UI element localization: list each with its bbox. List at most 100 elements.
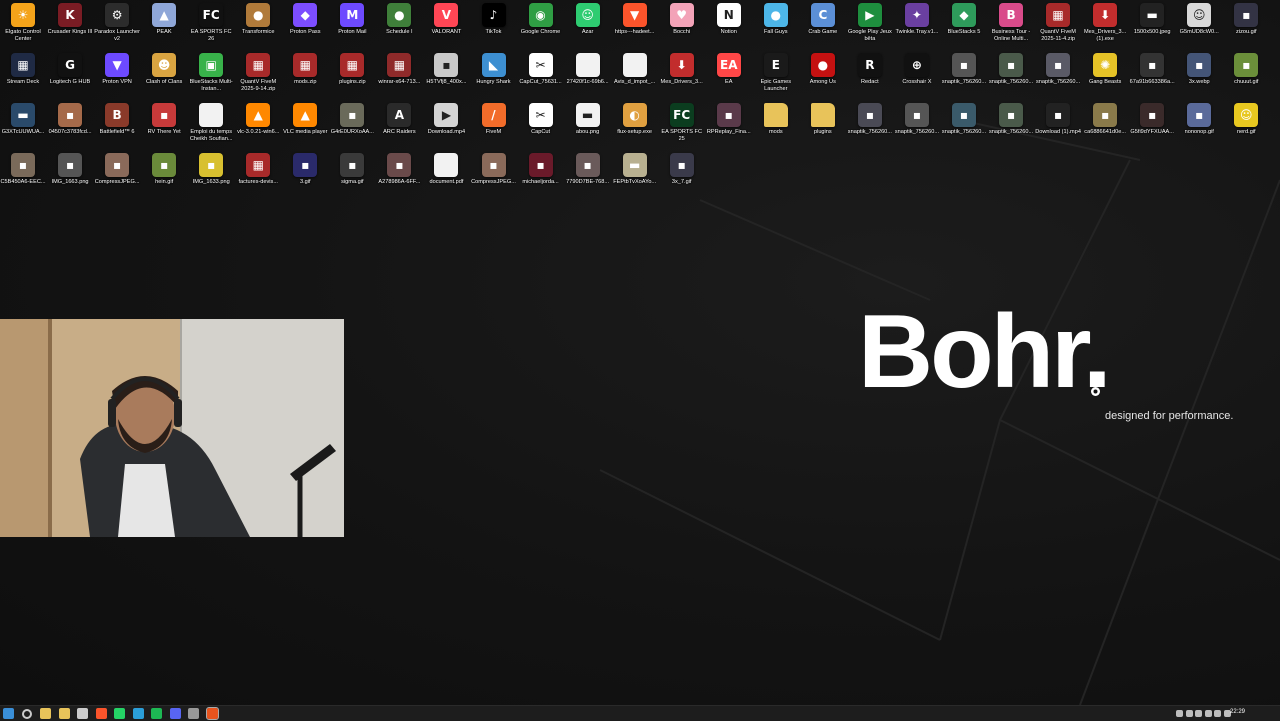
desktop-icon[interactable]: Avis_d_impot_...	[612, 53, 658, 103]
desktop-icon[interactable]: ▦ Stream Deck	[0, 53, 46, 103]
desktop-icon[interactable]: ▲ PEAK	[141, 3, 187, 53]
desktop-icon[interactable]: ▪ sigma.gif	[329, 153, 375, 203]
desktop-icon[interactable]: ▪ snaptik_756260...	[941, 53, 987, 103]
desktop-icon[interactable]: ▪ G5fi9dYFXUAA...	[1129, 103, 1175, 153]
desktop-icon[interactable]: ▬ FEPtbTvXoAYo...	[612, 153, 658, 203]
desktop-icon[interactable]: ◆ BlueStacks 5	[941, 3, 987, 53]
keyboard-icon[interactable]	[1214, 710, 1221, 717]
desktop-icon[interactable]: ◉ Google Chrome	[518, 3, 564, 53]
desktop-icon[interactable]: ▪ hein.gif	[141, 153, 187, 203]
obs-icon[interactable]	[188, 708, 199, 719]
desktop-icon[interactable]: ◆ Proton Pass	[282, 3, 328, 53]
desktop-icon[interactable]: ▬ abou.png	[565, 103, 611, 153]
cloud-icon[interactable]	[1195, 710, 1202, 717]
desktop-icon[interactable]: ✦ Twinkle.Tray.v1...	[894, 3, 940, 53]
desktop-icon[interactable]: ▪ CompressJPEG...	[94, 153, 140, 203]
desktop-icon[interactable]: ✂ CapCut	[518, 103, 564, 153]
desktop-icon[interactable]: ▪ michaeljorda...	[518, 153, 564, 203]
desktop-icon[interactable]: ▶ Download.mp4	[423, 103, 469, 153]
desktop-icon[interactable]: / FiveM	[471, 103, 517, 153]
speaker-icon[interactable]	[1204, 710, 1212, 717]
desktop-icon[interactable]: ▪ H5TVfj8_400x...	[423, 53, 469, 103]
desktop-icon[interactable]: ▪ 3x_7.gif	[659, 153, 705, 203]
desktop-icon[interactable]: ☺ G5mUD8cW0...	[1176, 3, 1222, 53]
desktop-icon[interactable]: ▦ mods.zip	[282, 53, 328, 103]
desktop-icon[interactable]: ▪ RPReplay_Fina...	[706, 103, 752, 153]
desktop-icon[interactable]: document.pdf	[423, 153, 469, 203]
discord-icon[interactable]	[169, 708, 181, 719]
desktop-icon[interactable]: 27420f1c-69b6...	[565, 53, 611, 103]
desktop-icon[interactable]: C Crab Game	[800, 3, 846, 53]
desktop-icon[interactable]: ⬇ Mes_Drivers_3...	[659, 53, 705, 103]
desktop-icon[interactable]: ⚙ Paradox Launcher v2	[94, 3, 140, 53]
desktop-icon[interactable]: E Epic Games Launcher	[753, 53, 799, 103]
desktop-icon[interactable]: EA EA	[706, 53, 752, 103]
explorer-icon[interactable]	[58, 708, 70, 719]
desktop-icon[interactable]: ● Among Us	[800, 53, 846, 103]
desktop-icon[interactable]: ▦ factures-devis...	[235, 153, 281, 203]
desktop-icon[interactable]: R Redact	[847, 53, 893, 103]
desktop-icon[interactable]: ▪ IMG_1633.png	[188, 153, 234, 203]
desktop-icon[interactable]: ☺ nerd.gif	[1223, 103, 1269, 153]
desktop-icon[interactable]: K Crusader Kings III	[47, 3, 93, 53]
desktop-icon[interactable]: ▪ ca6886641d0e...	[1082, 103, 1128, 153]
desktop-icon[interactable]: ● Transformice	[235, 3, 281, 53]
desktop-icon[interactable]: N Notion	[706, 3, 752, 53]
taskbar-clock[interactable]: 22:29	[1230, 709, 1245, 715]
desktop-icon[interactable]: ▪ 3x.webp	[1176, 53, 1222, 103]
desktop-icon[interactable]: ▪ C5B450A6-EEC...	[0, 153, 46, 203]
desktop-icon[interactable]: ▪ snaptik_756260...	[941, 103, 987, 153]
desktop-icon[interactable]: ▲ VLC media player	[282, 103, 328, 153]
network-icon[interactable]	[1185, 710, 1193, 717]
edge-icon[interactable]	[132, 708, 144, 719]
desktop-icon[interactable]: ✺ Gang Beasts	[1082, 53, 1128, 103]
desktop-icon[interactable]: ◐ flux-setup.exe	[612, 103, 658, 153]
desktop-icon[interactable]: Emploi du temps Cheikh Soufian...	[188, 103, 234, 153]
brave-icon[interactable]	[95, 708, 107, 719]
desktop-icon[interactable]: FC EA SPORTS FC 26	[188, 3, 234, 53]
whatsapp-icon[interactable]	[114, 708, 125, 719]
desktop-icon[interactable]: FC EA SPORTS FC 25	[659, 103, 705, 153]
desktop-icon[interactable]: ▪ snaptik_756260...	[988, 53, 1034, 103]
desktop-icon[interactable]: ▪ G4rE0URXoAA...	[329, 103, 375, 153]
desktop-icon[interactable]: ● Fall Guys	[753, 3, 799, 53]
desktop-icon[interactable]: ▦ QuantV FiveM 2025-9-14.zip	[235, 53, 281, 103]
desktop-icon[interactable]: M Proton Mail	[329, 3, 375, 53]
desktop-icon[interactable]: ▼ Proton VPN	[94, 53, 140, 103]
desktop-icon[interactable]: ▪ IMG_1663.png	[47, 153, 93, 203]
desktop-icon[interactable]: ♥ Bocchi	[659, 3, 705, 53]
desktop-icon[interactable]: ▪ snaptik_756260...	[988, 103, 1034, 153]
desktop-icon[interactable]: ▲ vlc-3.0.21-win6...	[235, 103, 281, 153]
desktop-icon[interactable]: ▪ 67a91b663386a...	[1129, 53, 1175, 103]
desktop-icon[interactable]: ✂ CapCut_75631...	[518, 53, 564, 103]
spotify-icon[interactable]	[151, 708, 162, 719]
desktop-icon[interactable]: ▪ 7790D7BE-768...	[565, 153, 611, 203]
desktop-icon[interactable]: ▬ 1500x500.jpeg	[1129, 3, 1175, 53]
desktop-icon[interactable]: plugins	[800, 103, 846, 153]
desktop-icon[interactable]: ▪ A278986A-6FF...	[376, 153, 422, 203]
desktop-icon[interactable]: ▪ snaptik_756260...	[1035, 53, 1081, 103]
start-icon[interactable]	[3, 708, 14, 719]
store-icon[interactable]	[77, 708, 88, 719]
desktop-icon[interactable]: ♪ TikTok	[471, 3, 517, 53]
desktop-icon[interactable]: ☀ Elgato Control Center	[0, 3, 46, 53]
desktop-icon[interactable]: ▪ Download (1).mp4	[1035, 103, 1081, 153]
desktop-icon[interactable]: ☻ Clash of Clans	[141, 53, 187, 103]
search-icon[interactable]	[21, 709, 32, 719]
desktop-icon[interactable]: B Business Tour - Online Multi...	[988, 3, 1034, 53]
desktop-icon[interactable]: mods	[753, 103, 799, 153]
desktop-icon[interactable]: ▪ zizou.gif	[1223, 3, 1269, 53]
desktop-icon[interactable]: ▪ CompressJPEG...	[471, 153, 517, 203]
desktop-icon[interactable]: ▪ 04507c3783fcd...	[47, 103, 93, 153]
desktop-icon[interactable]: ▬ G3XTcUUWUA...	[0, 103, 46, 153]
desktop-icon[interactable]: A ARC Raiders	[376, 103, 422, 153]
recording-app-icon[interactable]	[205, 707, 219, 720]
desktop-icon[interactable]: ▶ Google Play Jeux bêta	[847, 3, 893, 53]
desktop-icon[interactable]: ☺ Azar	[565, 3, 611, 53]
desktop-icon[interactable]: ▦ QuantV FiveM 2025-11-4.zip	[1035, 3, 1081, 53]
desktop-icon[interactable]: ● Schedule I	[376, 3, 422, 53]
file-explorer-icon[interactable]	[40, 708, 51, 719]
desktop-icon[interactable]: B Battlefield™ 6	[94, 103, 140, 153]
desktop-icon[interactable]: ▪ snaptik_756260...	[894, 103, 940, 153]
desktop-icon[interactable]: ⊕ Crosshair X	[894, 53, 940, 103]
